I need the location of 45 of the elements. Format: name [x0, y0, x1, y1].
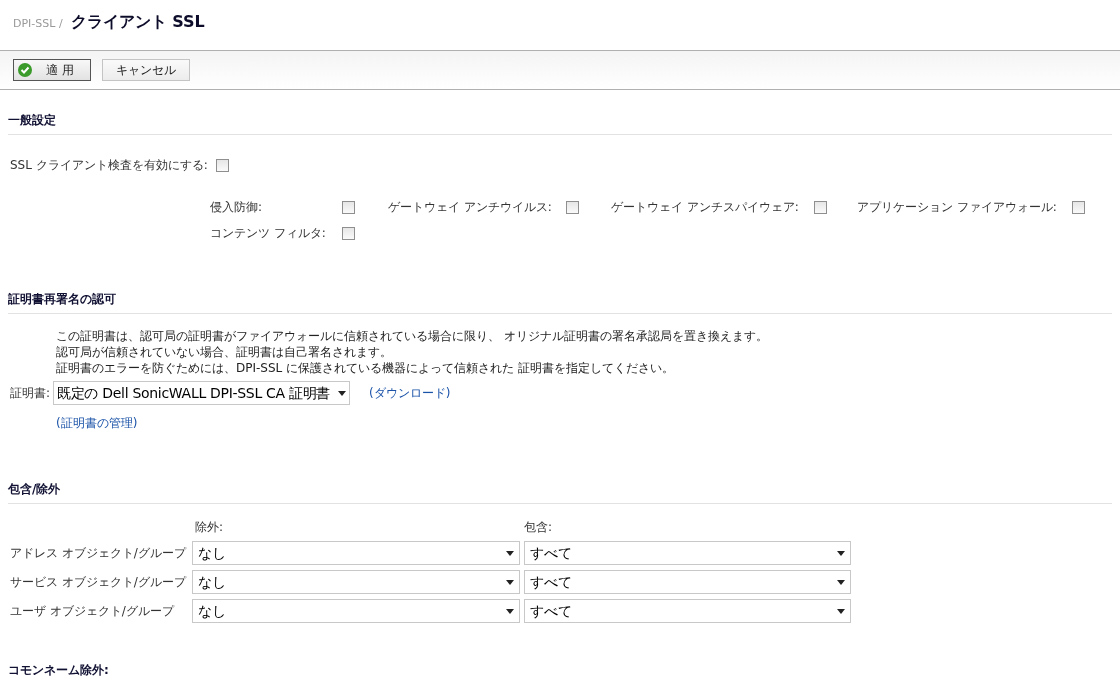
certificate-dropdown[interactable]: 既定の Dell SonicWALL DPI-SSL CA 証明書 — [53, 381, 351, 405]
option-label: ゲートウェイ アンチスパイウェア: — [611, 199, 799, 216]
checkbox[interactable] — [342, 226, 355, 240]
dropdown[interactable]: なし — [192, 570, 520, 594]
caret-icon — [837, 550, 845, 556]
checkbox[interactable] — [342, 200, 355, 214]
dropdown[interactable]: すべて — [524, 541, 851, 565]
checkbox[interactable] — [814, 200, 827, 214]
section-heading: 証明書再署名の認可 — [8, 292, 116, 306]
option-label: ゲートウェイ アンチウイルス: — [388, 199, 552, 216]
check-icon — [18, 63, 32, 77]
caret-icon — [338, 390, 347, 396]
dropdown[interactable]: すべて — [524, 599, 851, 623]
checkbox[interactable] — [1072, 200, 1085, 214]
caret-icon — [506, 579, 514, 585]
section-heading: 一般設定 — [8, 113, 56, 127]
option-label: アプリケーション ファイアウォール: — [857, 199, 1057, 216]
column-header: 包含: — [524, 519, 553, 536]
description-text: 認可局が信頼されていない場合、証明書は自己署名されます。 — [56, 344, 393, 360]
manage-certificates-link[interactable]: (証明書の管理) — [56, 416, 138, 430]
caret-icon — [506, 550, 514, 556]
caret-icon — [837, 579, 845, 585]
cancel-button[interactable]: キャンセル — [102, 59, 190, 81]
caret-icon — [506, 608, 514, 614]
dropdown[interactable]: なし — [192, 599, 520, 623]
row-label: アドレス オブジェクト/グループ — [9, 545, 188, 562]
row-label: サービス オブジェクト/グループ — [9, 574, 188, 591]
dropdown[interactable]: すべて — [524, 570, 851, 594]
row-label: ユーザ オブジェクト/グループ — [9, 603, 176, 620]
dropdown[interactable]: なし — [192, 541, 520, 565]
description-text: この証明書は、認可局の証明書がファイアウォールに信頼されている場合に限り、 オリジナル証明書の署名承認局を置き換えます。 — [56, 328, 769, 344]
download-link[interactable]: (ダウンロード) — [369, 384, 451, 402]
checkbox[interactable] — [215, 158, 229, 172]
option-label: SSL クライアント検査を有効にする: — [10, 157, 208, 174]
option-label: 侵入防御: — [210, 199, 263, 216]
certificate-label: 証明書: — [10, 385, 51, 402]
option-label: コンテンツ フィルタ: — [210, 225, 326, 242]
column-header: 除外: — [195, 519, 225, 536]
checkbox[interactable] — [566, 200, 579, 214]
page-title: クライアント SSL — [70, 11, 205, 33]
section-heading: コモンネーム除外: — [8, 663, 109, 677]
apply-button[interactable]: 適 用 — [13, 59, 91, 81]
caret-icon — [837, 608, 845, 614]
description-text: 証明書のエラーを防ぐためには、DPI-SSL に保護されている機器によって信頼された 証明書を指定してください。 — [56, 360, 675, 376]
section-heading: 包含/除外 — [8, 482, 61, 496]
